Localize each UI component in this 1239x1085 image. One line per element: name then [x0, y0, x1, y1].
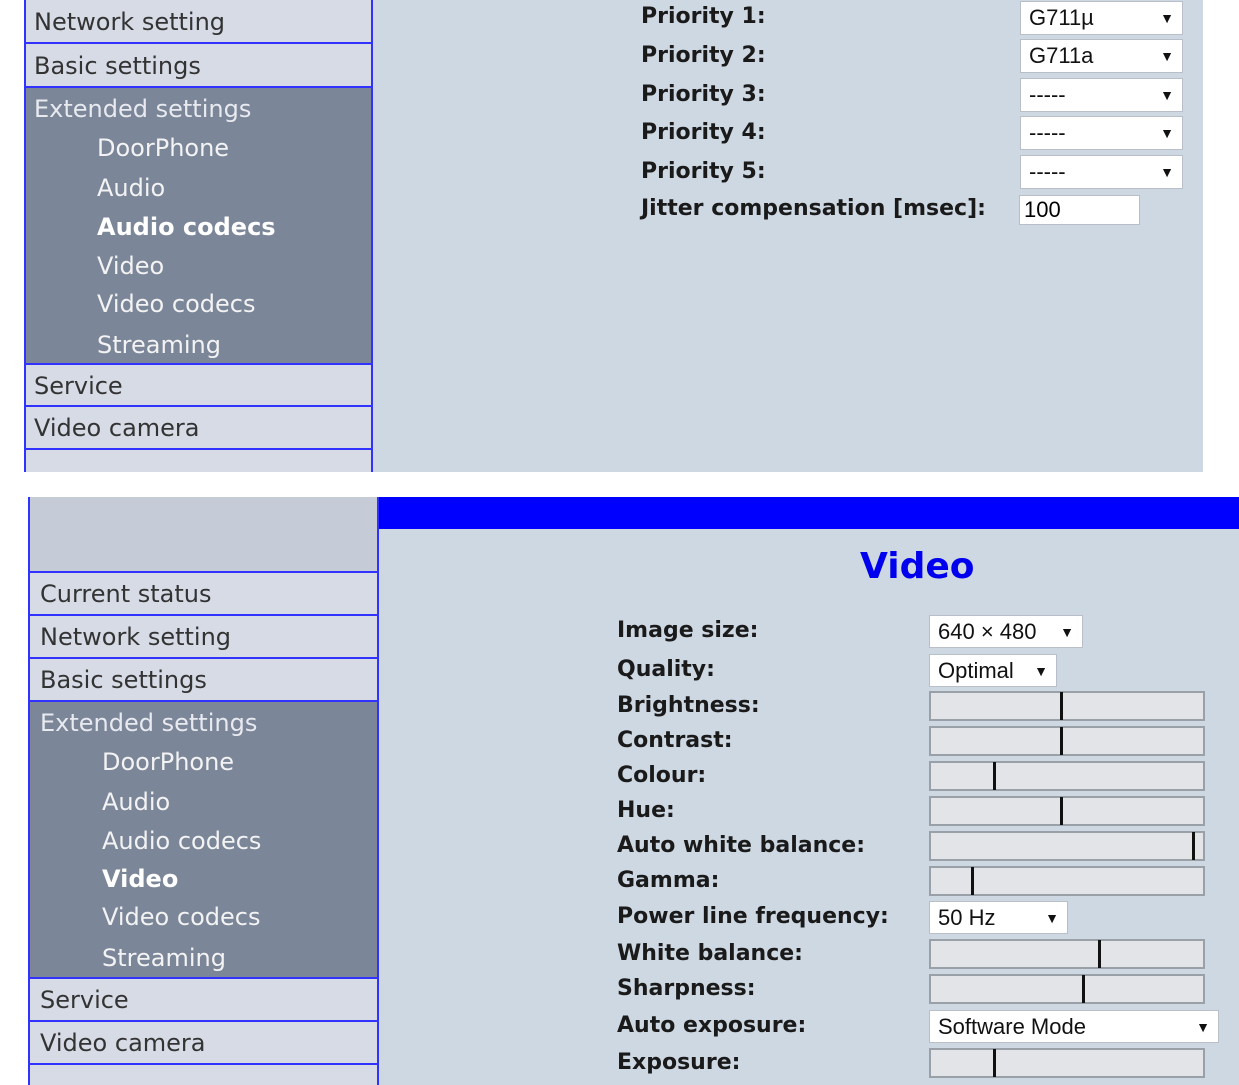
sidebar-item-current-status[interactable]: Current status: [28, 573, 379, 616]
quality-select[interactable]: Optimal ▼: [929, 654, 1057, 687]
power-line-frequency-label: Power line frequency:: [617, 904, 889, 929]
sidebar-item-basic-settings[interactable]: Basic settings: [28, 659, 379, 702]
dropdown-arrow-icon: ▼: [1160, 48, 1174, 64]
contrast-label: Contrast:: [617, 728, 733, 753]
auto-exposure-label: Auto exposure:: [617, 1013, 807, 1038]
sidebar-item-video-codecs[interactable]: Video codecs: [97, 290, 255, 318]
sidebar-item-video[interactable]: Video: [102, 865, 178, 893]
sidebar-item-label: Video camera: [40, 1029, 206, 1057]
dropdown-arrow-icon: ▼: [1196, 1019, 1210, 1035]
dropdown-arrow-icon: ▼: [1034, 663, 1048, 679]
priority-2-label: Priority 2:: [641, 43, 766, 68]
dropdown-arrow-icon: ▼: [1160, 87, 1174, 103]
slider-handle[interactable]: [1082, 975, 1085, 1003]
sidebar-item-audio[interactable]: Audio: [102, 788, 170, 816]
sidebar-item-network-setting[interactable]: Network setting: [24, 0, 373, 44]
sidebar-footer: [24, 450, 373, 472]
image-size-select[interactable]: 640 × 480 ▼: [929, 615, 1083, 648]
gamma-label: Gamma:: [617, 868, 720, 893]
sidebar-item-label: Basic settings: [34, 52, 201, 80]
sidebar-item-video-camera[interactable]: Video camera: [28, 1022, 379, 1065]
auto-exposure-select[interactable]: Software Mode ▼: [929, 1010, 1219, 1043]
priority-1-label: Priority 1:: [641, 4, 766, 29]
image-size-label: Image size:: [617, 618, 759, 643]
sidebar-item-audio-codecs[interactable]: Audio codecs: [97, 213, 276, 241]
dropdown-arrow-icon: ▼: [1045, 910, 1059, 926]
white-balance-label: White balance:: [617, 941, 803, 966]
sidebar-item-label: Service: [34, 372, 123, 400]
sidebar-header: [28, 497, 379, 573]
priority-4-select[interactable]: ----- ▼: [1020, 116, 1183, 150]
sidebar-item-audio-codecs[interactable]: Audio codecs: [102, 827, 261, 855]
power-line-frequency-select[interactable]: 50 Hz ▼: [929, 901, 1068, 934]
header-bar: [379, 497, 1239, 529]
sharpness-label: Sharpness:: [617, 976, 756, 1001]
dropdown-arrow-icon: ▼: [1060, 624, 1074, 640]
slider-handle[interactable]: [1060, 692, 1063, 720]
sidebar-item-network-setting[interactable]: Network setting: [28, 616, 379, 659]
slider-handle[interactable]: [1098, 940, 1101, 968]
priority-5-select[interactable]: ----- ▼: [1020, 155, 1183, 189]
hue-label: Hue:: [617, 798, 675, 823]
colour-slider[interactable]: [929, 761, 1205, 791]
sidebar-item-doorphone[interactable]: DoorPhone: [102, 748, 234, 776]
sidebar-item-service[interactable]: Service: [28, 979, 379, 1022]
sharpness-slider[interactable]: [929, 974, 1205, 1004]
sidebar-item-video-codecs[interactable]: Video codecs: [102, 903, 260, 931]
contrast-slider[interactable]: [929, 726, 1205, 756]
sidebar-item-label: Basic settings: [40, 666, 207, 694]
colour-label: Colour:: [617, 763, 707, 788]
gamma-slider[interactable]: [929, 866, 1205, 896]
priority-2-select[interactable]: G711a ▼: [1020, 39, 1183, 73]
priority-3-label: Priority 3:: [641, 82, 766, 107]
sidebar-item-label: Service: [40, 986, 129, 1014]
slider-handle[interactable]: [993, 1049, 996, 1077]
priority-1-select[interactable]: G711µ ▼: [1020, 1, 1183, 35]
sidebar-item-label: Network setting: [40, 623, 232, 651]
page-title: Video: [860, 546, 975, 587]
auto-white-balance-slider[interactable]: [929, 831, 1205, 861]
sidebar-footer: [28, 1065, 379, 1085]
sidebar-item-streaming[interactable]: Streaming: [102, 944, 226, 972]
priority-5-label: Priority 5:: [641, 159, 766, 184]
sidebar-item-label: Extended settings: [34, 95, 252, 123]
brightness-slider[interactable]: [929, 691, 1205, 721]
priority-3-select[interactable]: ----- ▼: [1020, 78, 1183, 112]
sidebar-item-basic-settings[interactable]: Basic settings: [24, 44, 373, 88]
hue-slider[interactable]: [929, 796, 1205, 826]
sidebar-item-label: Extended settings: [40, 709, 258, 737]
slider-handle[interactable]: [971, 867, 974, 895]
sidebar-item-label: Video camera: [34, 414, 200, 442]
sidebar-item-streaming[interactable]: Streaming: [97, 331, 221, 359]
slider-handle[interactable]: [993, 762, 996, 790]
sidebar-item-video-camera[interactable]: Video camera: [24, 407, 373, 450]
jitter-label: Jitter compensation [msec]:: [641, 196, 986, 221]
sidebar-item-audio[interactable]: Audio: [97, 174, 165, 202]
slider-handle[interactable]: [1192, 832, 1195, 860]
sidebar-item-video[interactable]: Video: [97, 252, 164, 280]
brightness-label: Brightness:: [617, 693, 760, 718]
sidebar-item-label: Network setting: [34, 8, 226, 36]
exposure-label: Exposure:: [617, 1050, 741, 1075]
sidebar-item-label: Current status: [40, 580, 212, 608]
dropdown-arrow-icon: ▼: [1160, 164, 1174, 180]
slider-handle[interactable]: [1060, 797, 1063, 825]
sidebar-item-service[interactable]: Service: [24, 365, 373, 407]
exposure-slider[interactable]: [929, 1048, 1205, 1078]
quality-label: Quality:: [617, 657, 715, 682]
dropdown-arrow-icon: ▼: [1160, 10, 1174, 26]
dropdown-arrow-icon: ▼: [1160, 125, 1174, 141]
slider-handle[interactable]: [1060, 727, 1063, 755]
priority-4-label: Priority 4:: [641, 120, 766, 145]
auto-white-balance-label: Auto white balance:: [617, 833, 866, 858]
sidebar-item-doorphone[interactable]: DoorPhone: [97, 134, 229, 162]
jitter-input[interactable]: 100: [1019, 195, 1140, 225]
white-balance-slider[interactable]: [929, 939, 1205, 969]
